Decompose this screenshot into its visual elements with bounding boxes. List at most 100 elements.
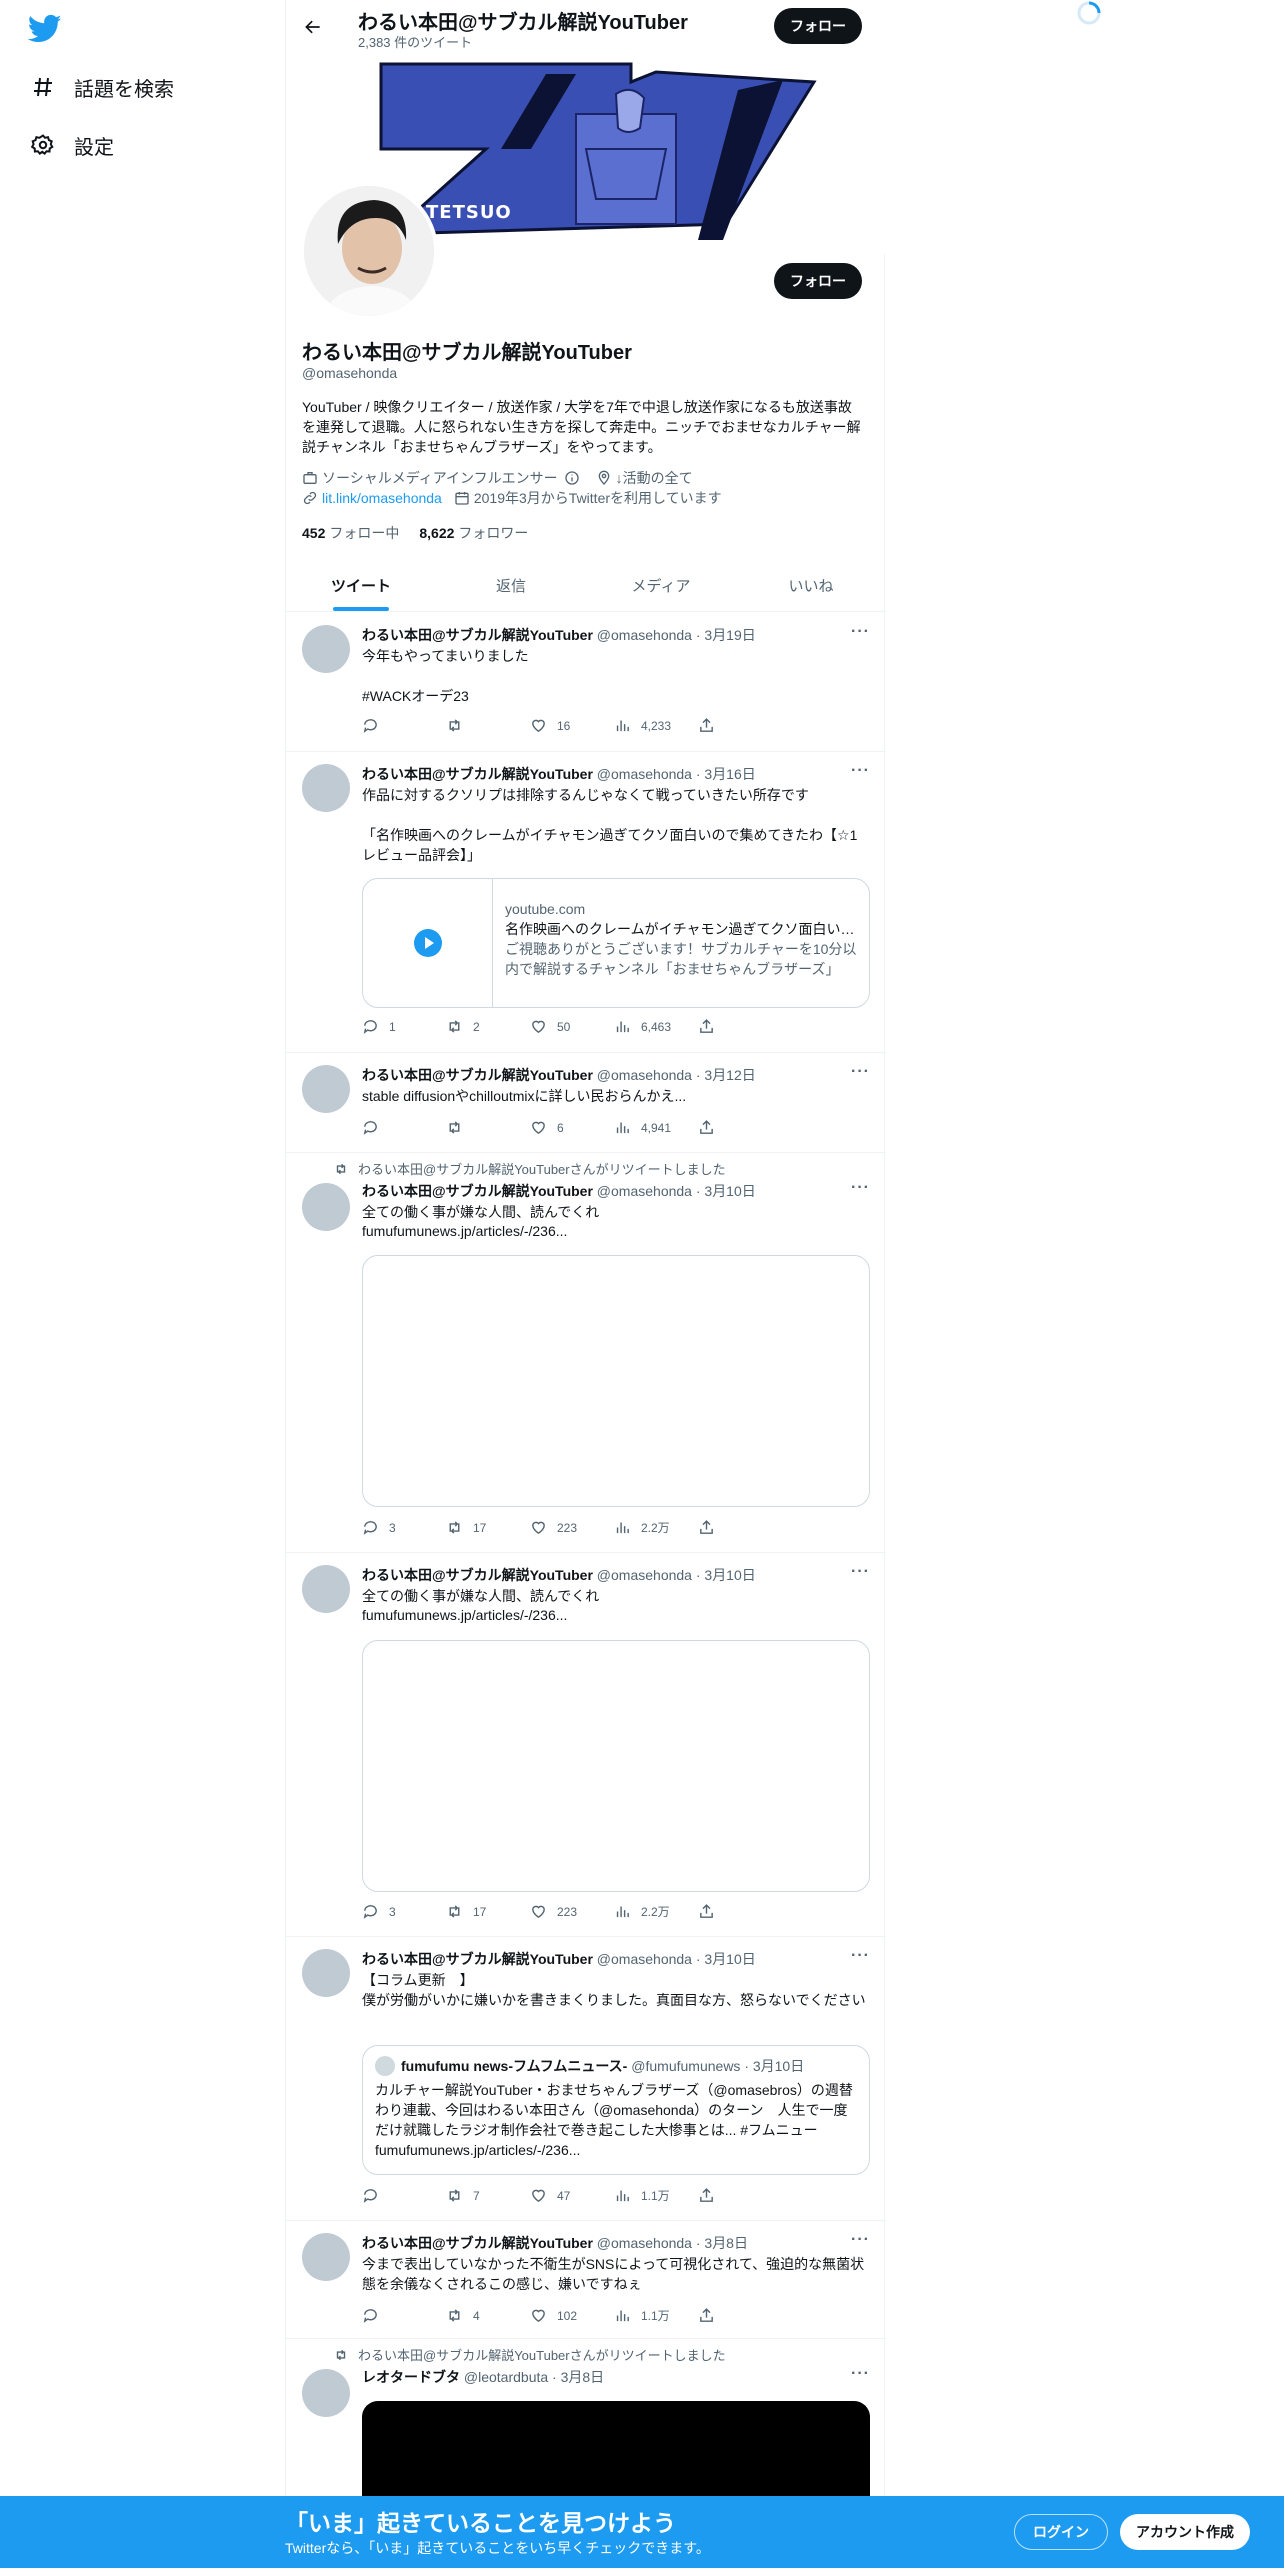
more-options-icon[interactable]: ··· (851, 1179, 870, 1197)
tweet-hashtag[interactable]: #WACKオーデ23 (362, 686, 870, 706)
tweet-author[interactable]: わるい本田@サブカル解説YouTuber (362, 1951, 593, 1967)
tab-tweets[interactable]: ツイート (286, 560, 436, 611)
profile-avatar[interactable] (300, 182, 438, 320)
tweet-avatar[interactable] (302, 1949, 350, 1997)
twitter-bird-icon[interactable] (27, 14, 62, 44)
tweet-author[interactable]: わるい本田@サブカル解説YouTuber (362, 1567, 593, 1583)
reply-button[interactable] (362, 2187, 446, 2204)
tweet-avatar[interactable] (302, 2233, 350, 2281)
tweet-media[interactable] (362, 2401, 870, 2496)
tweet-item[interactable]: わるい本田@サブカル解説YouTuberさんがリツイートしました わるい本田@サ… (286, 1153, 886, 1553)
retweet-button[interactable] (446, 717, 530, 734)
login-button[interactable]: ログイン (1014, 2514, 1108, 2550)
retweet-count: 17 (473, 1904, 487, 1919)
tweet-item[interactable]: わるい本田@サブカル解説YouTuber @omasehonda · 3月10日… (286, 1553, 886, 1937)
share-button[interactable] (698, 1903, 782, 1920)
sidebar-item-settings[interactable]: 設定 (28, 125, 114, 165)
more-options-icon[interactable]: ··· (851, 2365, 870, 2383)
tweet-avatar[interactable] (302, 1065, 350, 1113)
tweet-avatar[interactable] (302, 764, 350, 812)
views-button[interactable]: 4,233 (614, 717, 698, 734)
following-link[interactable]: 452 フォロー中 (302, 523, 399, 543)
tweet-item[interactable]: わるい本田@サブカル解説YouTuber @omasehonda · 3月8日 … (286, 2221, 886, 2339)
profile-follow-button[interactable]: フォロー (774, 263, 862, 299)
link-card-image[interactable] (362, 1640, 870, 1892)
views-button[interactable]: 1.1万 (614, 2187, 698, 2204)
reply-button[interactable]: 1 (362, 1018, 446, 1035)
more-options-icon[interactable]: ··· (851, 623, 870, 641)
link-card[interactable]: youtube.com 名作映画へのクレームがイチャモン過ぎてクソ面白いので集め… (362, 878, 870, 1008)
like-button[interactable]: 47 (530, 2187, 614, 2204)
tweet-author[interactable]: わるい本田@サブカル解説YouTuber (362, 766, 593, 782)
followers-link[interactable]: 8,622 フォロワー (419, 523, 528, 543)
more-options-icon[interactable]: ··· (851, 1947, 870, 1965)
followers-count: 8,622 (419, 525, 455, 541)
sidebar-item-label: 話題を検索 (74, 78, 174, 101)
like-button[interactable]: 50 (530, 1018, 614, 1035)
share-button[interactable] (698, 717, 782, 734)
like-button[interactable]: 223 (530, 1903, 614, 1920)
share-icon (700, 2308, 713, 2322)
signup-button[interactable]: アカウント作成 (1120, 2514, 1250, 2550)
more-options-icon[interactable]: ··· (851, 762, 870, 780)
tweet-author[interactable]: わるい本田@サブカル解説YouTuber (362, 1067, 593, 1083)
views-button[interactable]: 6,463 (614, 1018, 698, 1035)
like-button[interactable]: 16 (530, 717, 614, 734)
share-button[interactable] (698, 2307, 782, 2324)
like-button[interactable]: 6 (530, 1119, 614, 1136)
tweet-avatar[interactable] (302, 1183, 350, 1231)
tab-replies[interactable]: 返信 (436, 560, 586, 611)
share-button[interactable] (698, 1119, 782, 1136)
retweet-button[interactable]: 17 (446, 1903, 530, 1920)
like-button[interactable]: 223 (530, 1519, 614, 1536)
header-follow-button[interactable]: フォロー (774, 8, 862, 44)
tweet-avatar[interactable] (302, 1565, 350, 1613)
retweet-button[interactable]: 4 (446, 2307, 530, 2324)
tab-media[interactable]: メディア (586, 560, 736, 611)
tweet-item[interactable]: わるい本田@サブカル解説YouTuber @omasehonda · 3月19日… (286, 613, 886, 752)
views-button[interactable]: 2.2万 (614, 1519, 698, 1536)
more-options-icon[interactable]: ··· (851, 1563, 870, 1581)
retweet-button[interactable] (446, 1119, 530, 1136)
tweet-author[interactable]: レオタードブタ (362, 2369, 460, 2385)
link-card-image[interactable] (362, 1255, 870, 1507)
more-options-icon[interactable]: ··· (851, 1063, 870, 1081)
profile-url[interactable]: lit.link/omasehonda (322, 490, 442, 506)
views-button[interactable]: 1.1万 (614, 2307, 698, 2324)
retweet-button[interactable]: 7 (446, 2187, 530, 2204)
tab-likes[interactable]: いいね (736, 560, 886, 611)
tweet-author[interactable]: わるい本田@サブカル解説YouTuber (362, 627, 593, 643)
tweet-link[interactable]: fumufumunews.jp/articles/-/236... (362, 1605, 870, 1625)
tweet-item[interactable]: わるい本田@サブカル解説YouTuberさんがリツイートしました レオタードブタ… (286, 2339, 886, 2496)
retweet-button[interactable]: 17 (446, 1519, 530, 1536)
tweet-actions: 3 17 223 2.2万 (362, 1519, 782, 1536)
reply-button[interactable] (362, 717, 446, 734)
tweet-link[interactable]: fumufumunews.jp/articles/-/236... (362, 1221, 870, 1241)
tweet-item[interactable]: わるい本田@サブカル解説YouTuber @omasehonda · 3月12日… (286, 1053, 886, 1153)
tweet-item[interactable]: わるい本田@サブカル解説YouTuber @omasehonda · 3月10日… (286, 1937, 886, 2221)
tweet-text: stable diffusionやchilloutmixに詳しい民おらんかえ..… (362, 1088, 687, 1104)
more-options-icon[interactable]: ··· (851, 2231, 870, 2249)
reply-button[interactable]: 3 (362, 1903, 446, 1920)
share-button[interactable] (698, 1018, 782, 1035)
reply-button[interactable] (362, 1119, 446, 1136)
views-button[interactable]: 4,941 (614, 1119, 698, 1136)
like-button[interactable]: 102 (530, 2307, 614, 2324)
reply-button[interactable] (362, 2307, 446, 2324)
sidebar-item-explore[interactable]: 話題を検索 (28, 67, 174, 107)
tweet-item[interactable]: わるい本田@サブカル解説YouTuber @omasehonda · 3月16日… (286, 752, 886, 1053)
tweet-author[interactable]: わるい本田@サブカル解説YouTuber (362, 1183, 593, 1199)
back-arrow-icon[interactable] (296, 10, 330, 44)
views-button[interactable]: 2.2万 (614, 1903, 698, 1920)
tweet-avatar[interactable] (302, 625, 350, 673)
share-button[interactable] (698, 1519, 782, 1536)
followers-label: フォロワー (458, 525, 529, 541)
reply-button[interactable]: 3 (362, 1519, 446, 1536)
tweet-avatar[interactable] (302, 2369, 350, 2417)
url-item[interactable]: lit.link/omasehonda (302, 490, 442, 506)
retweet-button[interactable]: 2 (446, 1018, 530, 1035)
share-button[interactable] (698, 2187, 782, 2204)
tweet-author[interactable]: わるい本田@サブカル解説YouTuber (362, 2235, 593, 2251)
quote-tweet[interactable]: fumufumu news-フムフムニュース- @fumufumunews · … (362, 2045, 870, 2175)
video-thumbnail[interactable] (363, 879, 493, 1007)
